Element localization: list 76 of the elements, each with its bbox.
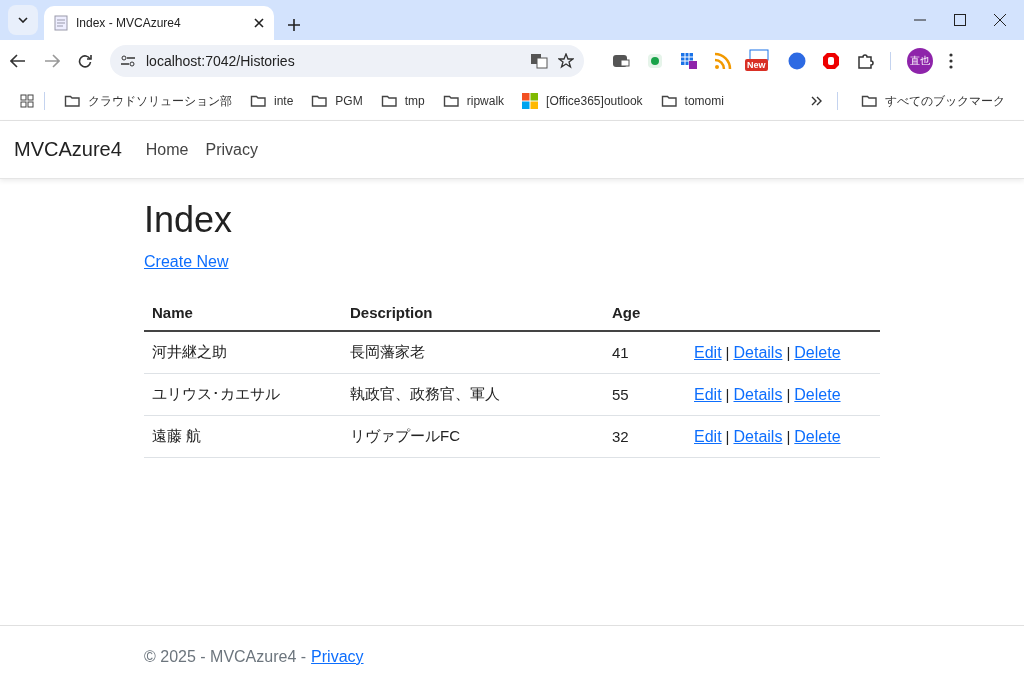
site-settings-icon[interactable] — [120, 54, 136, 68]
translate-icon[interactable] — [530, 52, 548, 70]
folder-icon — [660, 93, 677, 109]
tab-search-button[interactable] — [8, 5, 38, 35]
browser-tab[interactable]: Index - MVCAzure4 — [44, 6, 274, 40]
puzzle-icon[interactable] — [856, 52, 874, 70]
table-cell: 遠藤 航 — [152, 427, 202, 444]
separator-text: | — [786, 427, 791, 445]
folder-icon — [250, 93, 266, 109]
all-bookmarks[interactable]: すべてのブックマーク — [852, 92, 1014, 110]
table-cell: 55 — [612, 386, 629, 403]
bookmark[interactable]: PGM — [302, 93, 372, 109]
star-icon[interactable] — [558, 53, 574, 69]
table-cell: 河井継之助 — [152, 343, 227, 360]
bookmark[interactable]: ripwalk — [433, 93, 514, 109]
folder-icon — [861, 93, 877, 109]
new-tab-icon[interactable] — [288, 19, 300, 31]
row-action-link[interactable]: Edit — [694, 427, 722, 445]
separator-text: | — [725, 343, 730, 361]
privacy-link[interactable]: Privacy — [311, 648, 364, 665]
profile-avatar[interactable]: 直也 — [907, 48, 933, 74]
folder-icon — [311, 93, 328, 109]
url-text: localhost:7042/Histories — [146, 53, 296, 69]
grid-icon[interactable] — [680, 52, 698, 70]
table-cell: 32 — [612, 428, 629, 445]
nav-link[interactable]: Home — [145, 140, 189, 159]
row-action-link[interactable]: Delete — [794, 343, 841, 361]
close-icon[interactable] — [254, 18, 264, 28]
row-action-link[interactable]: Edit — [694, 343, 722, 361]
row-action-link[interactable]: Details — [733, 343, 783, 361]
chevrons-right-icon[interactable] — [811, 96, 823, 106]
column-header: Name — [144, 295, 342, 331]
bookmark[interactable]: tmp — [371, 93, 434, 109]
row-action-link[interactable]: Details — [733, 385, 783, 403]
close-icon[interactable] — [994, 14, 1006, 26]
create-new-link[interactable]: Create New — [144, 253, 229, 270]
table-cell: ユリウス･カエサル — [152, 385, 280, 402]
reload-icon[interactable] — [78, 54, 92, 68]
bookmark[interactable]: inte — [241, 93, 303, 109]
forward-icon[interactable] — [44, 54, 60, 68]
window-icon[interactable] — [748, 49, 770, 61]
new-badge: New — [745, 59, 768, 71]
separator-text: | — [725, 427, 730, 445]
folder-icon — [442, 93, 459, 109]
chevron-down-icon — [18, 17, 28, 23]
column-header: Age — [604, 295, 686, 331]
separator-text: | — [786, 343, 791, 361]
column-header: Description — [342, 295, 604, 331]
bookmark[interactable]: クラウドソリューション部 — [55, 92, 241, 110]
bookmark[interactable]: tomomi — [651, 93, 733, 109]
table-cell: リヴァプールFC — [350, 427, 460, 444]
apps-icon[interactable] — [20, 94, 34, 108]
maximize-icon[interactable] — [954, 14, 966, 26]
four-squares-icon — [522, 93, 539, 109]
site-brand[interactable]: MVCAzure4 — [14, 138, 122, 161]
row-action-link[interactable]: Details — [733, 427, 783, 445]
folder-icon — [64, 93, 80, 109]
row-action-link[interactable]: Edit — [694, 385, 722, 403]
table-cell: 41 — [612, 344, 629, 361]
folder-icon — [380, 93, 397, 109]
bookmark[interactable]: [Office365]outlook — [513, 93, 652, 109]
page-icon — [54, 15, 68, 31]
row-action-link[interactable]: Delete — [794, 427, 841, 445]
footer-text: © 2025 - MVCAzure4 - Privacy — [144, 648, 364, 666]
separator-text: | — [786, 385, 791, 403]
extension-icon[interactable] — [612, 52, 630, 70]
table-cell: 長岡藩家老 — [350, 343, 425, 360]
separator-text: | — [725, 385, 730, 403]
back-icon[interactable] — [10, 54, 26, 68]
tab-title: Index - MVCAzure4 — [76, 16, 182, 30]
nav-link[interactable]: Privacy — [205, 140, 258, 159]
more-icon[interactable] — [949, 53, 953, 69]
page-heading: Index — [144, 199, 234, 241]
address-bar[interactable]: localhost:7042/Histories — [110, 45, 584, 77]
table-cell: 執政官、政務官、軍人 — [350, 385, 500, 402]
row-action-link[interactable]: Delete — [794, 385, 841, 403]
